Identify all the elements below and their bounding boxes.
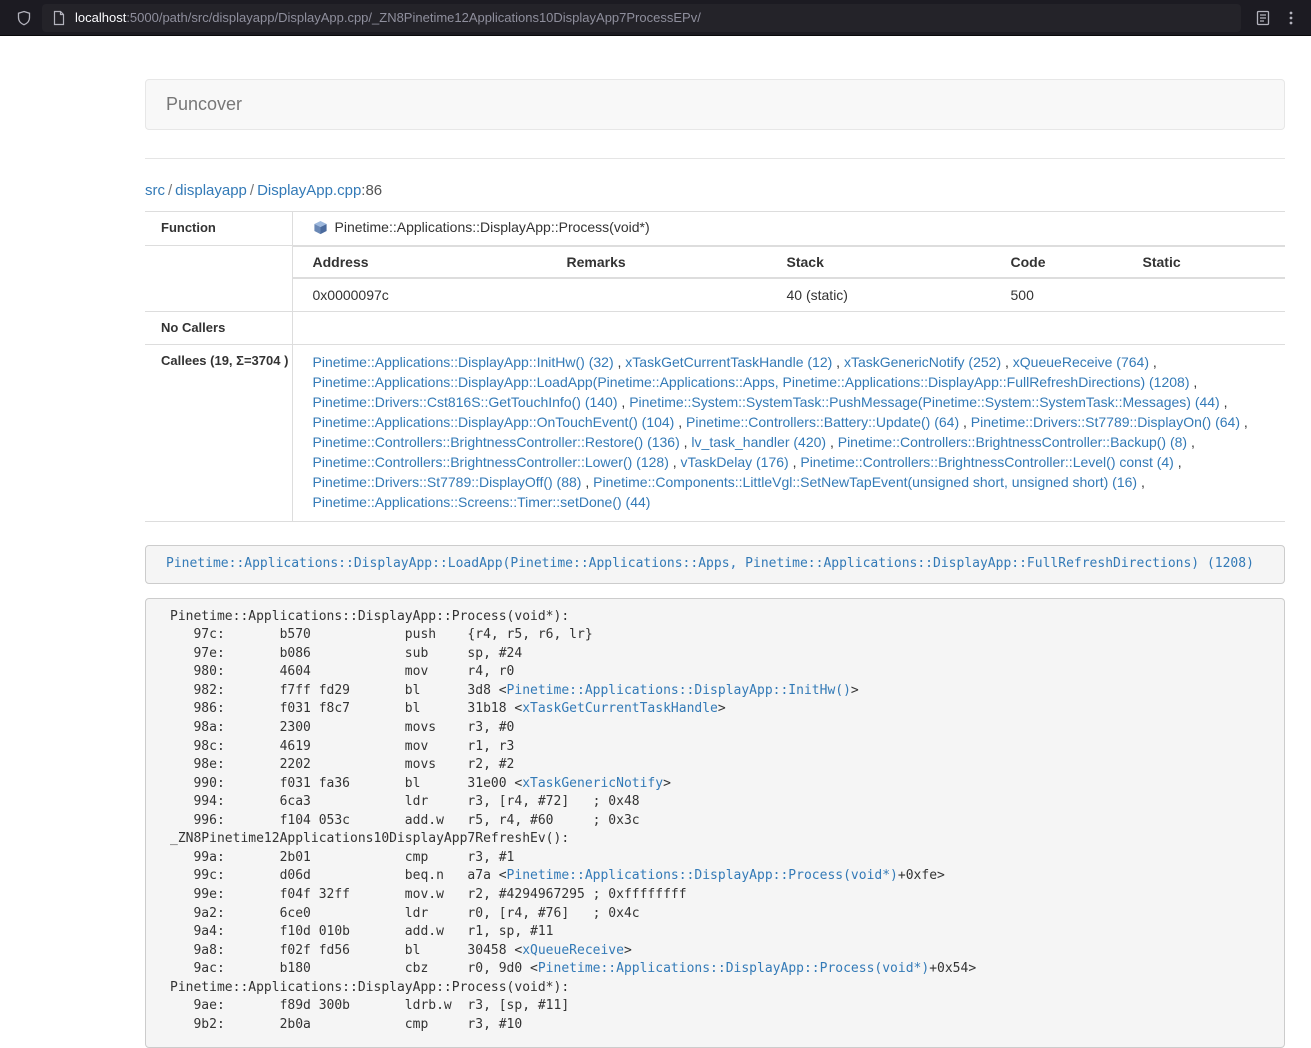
callee-link[interactable]: Pinetime::Drivers::St7789::DisplayOff() … bbox=[313, 474, 582, 490]
reader-mode-icon[interactable] bbox=[1255, 10, 1271, 26]
callee-link[interactable]: xTaskGenericNotify (252) bbox=[844, 354, 1001, 370]
disassembly-symbol-link[interactable]: xTaskGenericNotify bbox=[522, 776, 663, 791]
callee-link[interactable]: Pinetime::Controllers::BrightnessControl… bbox=[313, 434, 680, 450]
breadcrumb: src/displayapp/DisplayApp.cpp:86 bbox=[145, 182, 1285, 199]
address-value: 0x0000097c bbox=[293, 278, 547, 311]
url-bar[interactable]: localhost:5000/path/src/displayapp/Displ… bbox=[42, 4, 1241, 32]
function-row: Function Pinetime::Applications::Display… bbox=[145, 212, 1285, 246]
metrics-header-row: Address Remarks Stack Code Static bbox=[293, 247, 1286, 279]
stack-value: 40 (static) bbox=[767, 278, 991, 311]
callee-link[interactable]: Pinetime::Applications::DisplayApp::Init… bbox=[313, 354, 614, 370]
selected-symbol-link[interactable]: Pinetime::Applications::DisplayApp::Load… bbox=[166, 556, 1254, 571]
browser-toolbar: localhost:5000/path/src/displayapp/Displ… bbox=[0, 0, 1311, 36]
callee-link[interactable]: Pinetime::Drivers::St7789::DisplayOn() (… bbox=[971, 414, 1240, 430]
callee-link[interactable]: Pinetime::Controllers::BrightnessControl… bbox=[800, 454, 1173, 470]
callee-link[interactable]: xTaskGetCurrentTaskHandle (12) bbox=[625, 354, 832, 370]
callee-link[interactable]: xQueueReceive (764) bbox=[1013, 354, 1149, 370]
disassembly-symbol-link[interactable]: Pinetime::Applications::DisplayApp::Proc… bbox=[507, 868, 898, 883]
divider bbox=[145, 158, 1285, 159]
breadcrumb-link-displayapp[interactable]: displayapp bbox=[175, 182, 247, 199]
selected-symbol-box: Pinetime::Applications::DisplayApp::Load… bbox=[145, 545, 1285, 584]
url-text: localhost:5000/path/src/displayapp/Displ… bbox=[75, 10, 701, 25]
callee-link[interactable]: Pinetime::Applications::DisplayApp::OnTo… bbox=[313, 414, 675, 430]
col-header-stack: Stack bbox=[767, 247, 991, 279]
no-callers-row: No Callers bbox=[145, 312, 1285, 345]
breadcrumb-link-file[interactable]: DisplayApp.cpp bbox=[257, 182, 361, 199]
metrics-cell: Address Remarks Stack Code Static 0x0000… bbox=[292, 246, 1285, 312]
disassembly-symbol-link[interactable]: xQueueReceive bbox=[522, 943, 624, 958]
metrics-value-row: 0x0000097c 40 (static) 500 bbox=[293, 278, 1286, 311]
callee-link[interactable]: Pinetime::Components::LittleVgl::SetNewT… bbox=[593, 474, 1137, 490]
col-header-remarks: Remarks bbox=[547, 247, 767, 279]
static-value bbox=[1123, 278, 1286, 311]
callee-link[interactable]: Pinetime::Controllers::BrightnessControl… bbox=[838, 434, 1187, 450]
col-header-static: Static bbox=[1123, 247, 1286, 279]
col-header-address: Address bbox=[293, 247, 547, 279]
function-name: Pinetime::Applications::DisplayApp::Proc… bbox=[335, 219, 650, 235]
callees-cell: Pinetime::Applications::DisplayApp::Init… bbox=[292, 345, 1285, 522]
callee-link[interactable]: Pinetime::Applications::Screens::Timer::… bbox=[313, 494, 651, 510]
callee-link[interactable]: lv_task_handler (420) bbox=[691, 434, 826, 450]
menu-icon[interactable] bbox=[1289, 10, 1293, 26]
code-value: 500 bbox=[991, 278, 1123, 311]
callee-link[interactable]: Pinetime::Drivers::Cst816S::GetTouchInfo… bbox=[313, 394, 618, 410]
remarks-value bbox=[547, 278, 767, 311]
function-header: Function bbox=[145, 212, 292, 246]
breadcrumb-separator: / bbox=[250, 182, 254, 199]
callee-link[interactable]: Pinetime::Applications::DisplayApp::Load… bbox=[313, 374, 1190, 390]
no-callers-cell bbox=[292, 312, 1285, 345]
url-path: :5000/path/src/displayapp/DisplayApp.cpp… bbox=[126, 10, 701, 25]
callee-link[interactable]: Pinetime::Controllers::BrightnessControl… bbox=[313, 454, 669, 470]
disassembly-symbol-link[interactable]: Pinetime::Applications::DisplayApp::Init… bbox=[507, 683, 851, 698]
callee-link[interactable]: vTaskDelay (176) bbox=[681, 454, 789, 470]
callee-link[interactable]: Pinetime::System::SystemTask::PushMessag… bbox=[629, 394, 1220, 410]
callees-row: Callees (19, Σ=3704 ) Pinetime::Applicat… bbox=[145, 345, 1285, 522]
callees-header: Callees (19, Σ=3704 ) bbox=[145, 345, 292, 522]
disassembly: Pinetime::Applications::DisplayApp::Proc… bbox=[145, 598, 1285, 1048]
col-header-code: Code bbox=[991, 247, 1123, 279]
breadcrumb-separator: / bbox=[168, 182, 172, 199]
no-callers-header: No Callers bbox=[145, 312, 292, 345]
shield-icon[interactable] bbox=[16, 10, 32, 26]
metrics-table: Address Remarks Stack Code Static 0x0000… bbox=[293, 246, 1286, 311]
method-icon bbox=[313, 220, 328, 239]
disassembly-symbol-link[interactable]: xTaskGetCurrentTaskHandle bbox=[522, 701, 718, 716]
page-content: Puncover src/displayapp/DisplayApp.cpp:8… bbox=[145, 79, 1285, 1048]
disassembly-symbol-link[interactable]: Pinetime::Applications::DisplayApp::Proc… bbox=[538, 961, 929, 976]
function-cell: Pinetime::Applications::DisplayApp::Proc… bbox=[292, 212, 1285, 246]
url-host: localhost bbox=[75, 10, 126, 25]
callee-link[interactable]: Pinetime::Controllers::Battery::Update()… bbox=[686, 414, 959, 430]
metrics-row: Address Remarks Stack Code Static 0x0000… bbox=[145, 246, 1285, 312]
brand-link[interactable]: Puncover bbox=[166, 94, 242, 115]
navbar: Puncover bbox=[145, 79, 1285, 130]
metrics-header-spacer bbox=[145, 246, 292, 312]
breadcrumb-link-src[interactable]: src bbox=[145, 182, 165, 199]
line-number: :86 bbox=[361, 182, 382, 199]
page-icon bbox=[52, 10, 66, 26]
symbol-table: Function Pinetime::Applications::Display… bbox=[145, 211, 1285, 522]
